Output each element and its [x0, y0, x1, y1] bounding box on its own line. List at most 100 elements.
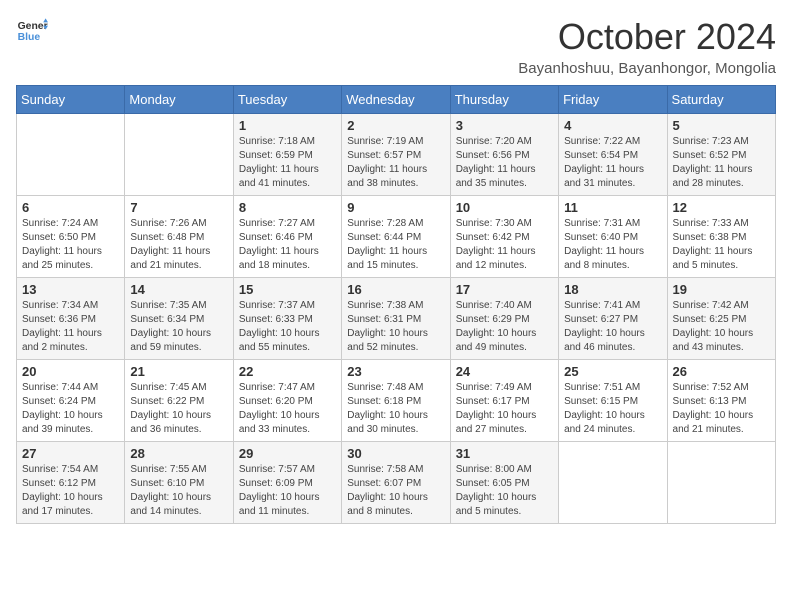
calendar-cell: 5 Sunrise: 7:23 AM Sunset: 6:52 PM Dayli…	[667, 114, 775, 196]
day-number: 13	[22, 282, 119, 297]
weekday-header-friday: Friday	[559, 86, 667, 114]
day-number: 28	[130, 446, 227, 461]
day-number: 20	[22, 364, 119, 379]
day-info: Sunrise: 7:54 AM Sunset: 6:12 PM Dayligh…	[22, 463, 119, 519]
day-info: Sunrise: 7:45 AM Sunset: 6:22 PM Dayligh…	[130, 381, 227, 437]
day-number: 18	[564, 282, 661, 297]
calendar-cell: 31 Sunrise: 8:00 AM Sunset: 6:05 PM Dayl…	[450, 442, 558, 524]
calendar-week-row: 27 Sunrise: 7:54 AM Sunset: 6:12 PM Dayl…	[17, 442, 776, 524]
calendar-cell: 4 Sunrise: 7:22 AM Sunset: 6:54 PM Dayli…	[559, 114, 667, 196]
calendar-cell: 20 Sunrise: 7:44 AM Sunset: 6:24 PM Dayl…	[17, 360, 125, 442]
calendar-cell: 14 Sunrise: 7:35 AM Sunset: 6:34 PM Dayl…	[125, 278, 233, 360]
calendar-cell: 27 Sunrise: 7:54 AM Sunset: 6:12 PM Dayl…	[17, 442, 125, 524]
day-info: Sunrise: 7:41 AM Sunset: 6:27 PM Dayligh…	[564, 299, 661, 355]
location-title: Bayanhoshuu, Bayanhongor, Mongolia	[518, 60, 776, 77]
weekday-header-row: SundayMondayTuesdayWednesdayThursdayFrid…	[17, 86, 776, 114]
day-info: Sunrise: 7:49 AM Sunset: 6:17 PM Dayligh…	[456, 381, 553, 437]
calendar-cell: 6 Sunrise: 7:24 AM Sunset: 6:50 PM Dayli…	[17, 196, 125, 278]
calendar-cell: 25 Sunrise: 7:51 AM Sunset: 6:15 PM Dayl…	[559, 360, 667, 442]
calendar-cell	[125, 114, 233, 196]
day-number: 22	[239, 364, 336, 379]
day-info: Sunrise: 7:33 AM Sunset: 6:38 PM Dayligh…	[673, 217, 770, 273]
weekday-header-thursday: Thursday	[450, 86, 558, 114]
weekday-header-saturday: Saturday	[667, 86, 775, 114]
calendar-cell: 7 Sunrise: 7:26 AM Sunset: 6:48 PM Dayli…	[125, 196, 233, 278]
calendar-cell: 12 Sunrise: 7:33 AM Sunset: 6:38 PM Dayl…	[667, 196, 775, 278]
day-number: 1	[239, 118, 336, 133]
calendar-cell: 21 Sunrise: 7:45 AM Sunset: 6:22 PM Dayl…	[125, 360, 233, 442]
day-info: Sunrise: 7:30 AM Sunset: 6:42 PM Dayligh…	[456, 217, 553, 273]
logo-icon: General Blue	[16, 16, 48, 48]
day-number: 29	[239, 446, 336, 461]
calendar-cell	[17, 114, 125, 196]
calendar-cell: 28 Sunrise: 7:55 AM Sunset: 6:10 PM Dayl…	[125, 442, 233, 524]
day-info: Sunrise: 7:38 AM Sunset: 6:31 PM Dayligh…	[347, 299, 444, 355]
calendar-cell: 18 Sunrise: 7:41 AM Sunset: 6:27 PM Dayl…	[559, 278, 667, 360]
calendar-cell: 17 Sunrise: 7:40 AM Sunset: 6:29 PM Dayl…	[450, 278, 558, 360]
title-area: October 2024 Bayanhoshuu, Bayanhongor, M…	[518, 16, 776, 77]
weekday-header-monday: Monday	[125, 86, 233, 114]
day-info: Sunrise: 7:44 AM Sunset: 6:24 PM Dayligh…	[22, 381, 119, 437]
day-info: Sunrise: 7:18 AM Sunset: 6:59 PM Dayligh…	[239, 135, 336, 191]
calendar-cell: 16 Sunrise: 7:38 AM Sunset: 6:31 PM Dayl…	[342, 278, 450, 360]
day-number: 26	[673, 364, 770, 379]
svg-text:Blue: Blue	[18, 32, 41, 43]
day-number: 4	[564, 118, 661, 133]
calendar-cell: 10 Sunrise: 7:30 AM Sunset: 6:42 PM Dayl…	[450, 196, 558, 278]
day-number: 31	[456, 446, 553, 461]
calendar-week-row: 6 Sunrise: 7:24 AM Sunset: 6:50 PM Dayli…	[17, 196, 776, 278]
svg-text:General: General	[18, 21, 48, 32]
day-number: 14	[130, 282, 227, 297]
day-info: Sunrise: 7:40 AM Sunset: 6:29 PM Dayligh…	[456, 299, 553, 355]
day-number: 12	[673, 200, 770, 215]
day-info: Sunrise: 7:19 AM Sunset: 6:57 PM Dayligh…	[347, 135, 444, 191]
header: General Blue October 2024 Bayanhoshuu, B…	[16, 16, 776, 77]
day-info: Sunrise: 7:23 AM Sunset: 6:52 PM Dayligh…	[673, 135, 770, 191]
logo: General Blue	[16, 16, 48, 48]
calendar-week-row: 13 Sunrise: 7:34 AM Sunset: 6:36 PM Dayl…	[17, 278, 776, 360]
day-info: Sunrise: 8:00 AM Sunset: 6:05 PM Dayligh…	[456, 463, 553, 519]
calendar-cell	[667, 442, 775, 524]
month-title: October 2024	[518, 16, 776, 58]
calendar-cell: 19 Sunrise: 7:42 AM Sunset: 6:25 PM Dayl…	[667, 278, 775, 360]
day-number: 17	[456, 282, 553, 297]
day-number: 5	[673, 118, 770, 133]
day-number: 11	[564, 200, 661, 215]
weekday-header-wednesday: Wednesday	[342, 86, 450, 114]
calendar-cell: 8 Sunrise: 7:27 AM Sunset: 6:46 PM Dayli…	[233, 196, 341, 278]
day-info: Sunrise: 7:31 AM Sunset: 6:40 PM Dayligh…	[564, 217, 661, 273]
day-number: 23	[347, 364, 444, 379]
day-number: 16	[347, 282, 444, 297]
day-number: 15	[239, 282, 336, 297]
day-info: Sunrise: 7:35 AM Sunset: 6:34 PM Dayligh…	[130, 299, 227, 355]
calendar-cell: 9 Sunrise: 7:28 AM Sunset: 6:44 PM Dayli…	[342, 196, 450, 278]
day-info: Sunrise: 7:57 AM Sunset: 6:09 PM Dayligh…	[239, 463, 336, 519]
calendar-cell: 23 Sunrise: 7:48 AM Sunset: 6:18 PM Dayl…	[342, 360, 450, 442]
day-info: Sunrise: 7:22 AM Sunset: 6:54 PM Dayligh…	[564, 135, 661, 191]
calendar-cell: 3 Sunrise: 7:20 AM Sunset: 6:56 PM Dayli…	[450, 114, 558, 196]
calendar-week-row: 20 Sunrise: 7:44 AM Sunset: 6:24 PM Dayl…	[17, 360, 776, 442]
day-info: Sunrise: 7:51 AM Sunset: 6:15 PM Dayligh…	[564, 381, 661, 437]
day-number: 10	[456, 200, 553, 215]
calendar-cell: 13 Sunrise: 7:34 AM Sunset: 6:36 PM Dayl…	[17, 278, 125, 360]
day-info: Sunrise: 7:58 AM Sunset: 6:07 PM Dayligh…	[347, 463, 444, 519]
calendar-cell: 1 Sunrise: 7:18 AM Sunset: 6:59 PM Dayli…	[233, 114, 341, 196]
day-info: Sunrise: 7:52 AM Sunset: 6:13 PM Dayligh…	[673, 381, 770, 437]
day-number: 6	[22, 200, 119, 215]
calendar-cell: 15 Sunrise: 7:37 AM Sunset: 6:33 PM Dayl…	[233, 278, 341, 360]
day-info: Sunrise: 7:20 AM Sunset: 6:56 PM Dayligh…	[456, 135, 553, 191]
day-info: Sunrise: 7:24 AM Sunset: 6:50 PM Dayligh…	[22, 217, 119, 273]
day-info: Sunrise: 7:26 AM Sunset: 6:48 PM Dayligh…	[130, 217, 227, 273]
day-info: Sunrise: 7:27 AM Sunset: 6:46 PM Dayligh…	[239, 217, 336, 273]
weekday-header-tuesday: Tuesday	[233, 86, 341, 114]
day-info: Sunrise: 7:37 AM Sunset: 6:33 PM Dayligh…	[239, 299, 336, 355]
day-number: 9	[347, 200, 444, 215]
calendar-cell: 26 Sunrise: 7:52 AM Sunset: 6:13 PM Dayl…	[667, 360, 775, 442]
day-number: 7	[130, 200, 227, 215]
calendar-cell: 24 Sunrise: 7:49 AM Sunset: 6:17 PM Dayl…	[450, 360, 558, 442]
day-info: Sunrise: 7:47 AM Sunset: 6:20 PM Dayligh…	[239, 381, 336, 437]
day-info: Sunrise: 7:48 AM Sunset: 6:18 PM Dayligh…	[347, 381, 444, 437]
day-number: 19	[673, 282, 770, 297]
day-number: 8	[239, 200, 336, 215]
calendar-cell	[559, 442, 667, 524]
